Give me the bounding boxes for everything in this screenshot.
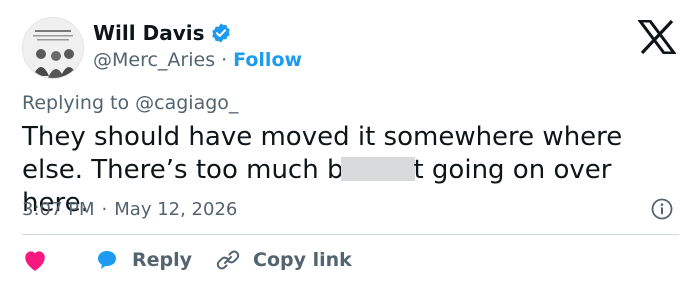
author-handle-row: @Merc_Aries · Follow xyxy=(93,47,302,73)
reply-button[interactable]: Reply xyxy=(94,248,216,272)
x-logo-icon[interactable] xyxy=(637,19,677,55)
copy-link-button[interactable]: Copy link xyxy=(216,248,352,272)
copy-link-label: Copy link xyxy=(253,249,352,271)
author-name-row: Will Davis xyxy=(93,19,232,47)
divider xyxy=(22,234,679,235)
embedded-tweet-card: Will Davis @Merc_Aries · Follow Replying… xyxy=(0,0,700,287)
link-icon xyxy=(216,250,240,270)
handle-separator: · xyxy=(221,49,228,71)
author-name[interactable]: Will Davis xyxy=(93,21,204,45)
tweet-date[interactable]: May 12, 2026 xyxy=(114,199,237,220)
action-bar: Reply Copy link xyxy=(22,245,352,275)
tweet-meta: 3:07 PM · May 12, 2026 xyxy=(22,196,237,222)
heart-icon xyxy=(25,251,45,271)
verified-badge-icon xyxy=(210,22,232,44)
meta-separator: · xyxy=(101,198,108,220)
like-button[interactable] xyxy=(22,248,94,272)
avatar[interactable] xyxy=(22,17,84,79)
author-handle[interactable]: @Merc_Aries xyxy=(93,49,215,71)
replying-to[interactable]: Replying to @cagiago_ xyxy=(22,92,238,114)
tweet-time[interactable]: 3:07 PM xyxy=(22,199,95,220)
info-icon[interactable] xyxy=(650,197,674,221)
reply-label: Reply xyxy=(132,249,193,271)
speech-bubble-icon xyxy=(98,251,116,269)
censor-blur xyxy=(341,157,416,181)
follow-button[interactable]: Follow xyxy=(233,49,302,71)
